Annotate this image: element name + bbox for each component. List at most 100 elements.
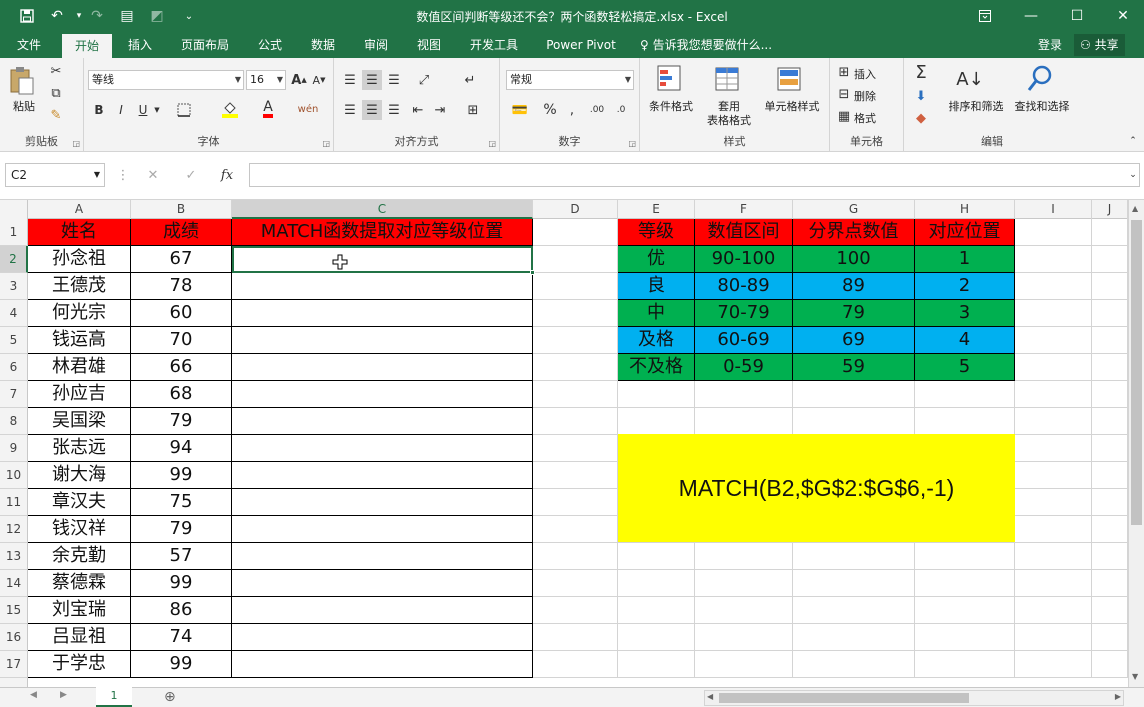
student-score[interactable]: 99: [131, 462, 232, 489]
grid-cell[interactable]: [1092, 408, 1128, 435]
match-result[interactable]: [232, 597, 533, 624]
align-left-icon[interactable]: ☰: [340, 100, 360, 120]
match-result[interactable]: [232, 327, 533, 354]
accounting-icon[interactable]: 💳: [506, 100, 534, 120]
grid-cell[interactable]: [695, 381, 793, 408]
tab-file[interactable]: 文件: [6, 32, 52, 58]
autosum-icon[interactable]: Σ: [910, 62, 932, 83]
lookup-cell[interactable]: 中: [618, 300, 695, 327]
student-score[interactable]: 99: [131, 651, 232, 678]
format-painter-icon[interactable]: ✎: [46, 106, 66, 124]
scroll-up-icon[interactable]: ▲: [1132, 204, 1138, 213]
match-result[interactable]: [232, 435, 533, 462]
grid-cell[interactable]: [533, 570, 618, 597]
grid-cell[interactable]: [793, 543, 915, 570]
grid-cell[interactable]: [1015, 327, 1092, 354]
student-name[interactable]: 钱运高: [28, 327, 131, 354]
delete-cells-icon[interactable]: ⊟: [836, 86, 852, 102]
close-icon[interactable]: ✕: [1100, 0, 1144, 32]
match-result[interactable]: [232, 543, 533, 570]
grid-cell[interactable]: [533, 327, 618, 354]
find-select-icon[interactable]: [1024, 62, 1056, 96]
row-header[interactable]: 8: [0, 408, 28, 435]
clear-icon[interactable]: ◆: [910, 108, 932, 128]
grid-cell[interactable]: [1092, 246, 1128, 273]
lookup-cell[interactable]: 100: [793, 246, 915, 273]
insert-cells-icon[interactable]: ⊞: [836, 64, 852, 80]
scroll-left-icon[interactable]: ◀: [707, 692, 713, 701]
grid-cell[interactable]: [915, 624, 1015, 651]
sheet-tab[interactable]: 1: [96, 687, 132, 707]
student-score[interactable]: 57: [131, 543, 232, 570]
grid-cell[interactable]: [695, 408, 793, 435]
student-name[interactable]: 林君雄: [28, 354, 131, 381]
tab-data[interactable]: 数据: [302, 32, 344, 58]
column-header-d[interactable]: D: [533, 200, 618, 219]
lookup-cell[interactable]: 59: [793, 354, 915, 381]
minimize-icon[interactable]: —: [1008, 0, 1054, 32]
h-scroll-thumb[interactable]: [719, 693, 969, 703]
row-header[interactable]: 7: [0, 381, 28, 408]
bold-button[interactable]: B: [90, 100, 108, 120]
grid-cell[interactable]: [533, 354, 618, 381]
student-score[interactable]: 70: [131, 327, 232, 354]
grid-cell[interactable]: [1015, 543, 1092, 570]
row-header[interactable]: 14: [0, 570, 28, 597]
sort-filter-label[interactable]: 排序和筛选: [944, 98, 1008, 114]
grid-cell[interactable]: [793, 408, 915, 435]
conditional-format-icon[interactable]: [654, 62, 686, 96]
grid-cell[interactable]: [1092, 624, 1128, 651]
match-result[interactable]: [232, 408, 533, 435]
grid-cell[interactable]: [1015, 462, 1092, 489]
column-header-f[interactable]: F: [695, 200, 793, 219]
grid-cell[interactable]: [1015, 246, 1092, 273]
tab-insert[interactable]: 插入: [118, 32, 162, 58]
fill-handle[interactable]: [530, 270, 535, 275]
student-name[interactable]: 蔡德霖: [28, 570, 131, 597]
format-as-table-label-2[interactable]: 表格格式: [698, 112, 760, 128]
lookup-header[interactable]: 数值区间: [695, 219, 793, 246]
lookup-cell[interactable]: 4: [915, 327, 1015, 354]
row-header[interactable]: 2: [0, 246, 28, 273]
column-header-h[interactable]: H: [915, 200, 1015, 219]
decrease-indent-icon[interactable]: ⇤: [408, 100, 428, 120]
percent-button[interactable]: %: [540, 100, 560, 120]
column-header-e[interactable]: E: [618, 200, 695, 219]
match-result[interactable]: [232, 624, 533, 651]
font-name-select[interactable]: 等线 ▼: [88, 70, 244, 90]
lookup-cell[interactable]: 良: [618, 273, 695, 300]
increase-indent-icon[interactable]: ⇥: [430, 100, 450, 120]
grid-cell[interactable]: [618, 543, 695, 570]
lookup-cell[interactable]: 79: [793, 300, 915, 327]
paste-label[interactable]: 粘贴: [10, 98, 38, 114]
grid-cell[interactable]: [1092, 354, 1128, 381]
increase-font-icon[interactable]: A ▲: [290, 70, 308, 90]
column-header-g[interactable]: G: [793, 200, 915, 219]
fill-color-icon[interactable]: [218, 98, 242, 120]
match-result[interactable]: [232, 300, 533, 327]
student-score[interactable]: 79: [131, 516, 232, 543]
match-result[interactable]: [232, 462, 533, 489]
align-middle-icon[interactable]: ☰: [362, 70, 382, 90]
confirm-entry-icon[interactable]: ✓: [180, 164, 202, 186]
lookup-cell[interactable]: 0-59: [695, 354, 793, 381]
row-header[interactable]: 16: [0, 624, 28, 651]
tab-developer[interactable]: 开发工具: [460, 32, 528, 58]
lookup-cell[interactable]: 89: [793, 273, 915, 300]
student-name[interactable]: 张志远: [28, 435, 131, 462]
column-header-j[interactable]: J: [1092, 200, 1128, 219]
grid-cell[interactable]: [1092, 651, 1128, 678]
ribbon-display-icon[interactable]: [962, 0, 1008, 32]
select-all-corner[interactable]: [0, 200, 28, 219]
column-header-a[interactable]: A: [28, 200, 131, 219]
student-score[interactable]: 94: [131, 435, 232, 462]
number-launcher-icon[interactable]: ◲: [628, 139, 636, 148]
find-select-label[interactable]: 查找和选择: [1010, 98, 1074, 114]
grid-cell[interactable]: [1092, 462, 1128, 489]
orientation-icon[interactable]: ⤢: [410, 70, 438, 90]
grid-cell[interactable]: [618, 570, 695, 597]
student-score[interactable]: 99: [131, 570, 232, 597]
lookup-cell[interactable]: 90-100: [695, 246, 793, 273]
column-header-b[interactable]: B: [131, 200, 232, 219]
grid-cell[interactable]: [1015, 273, 1092, 300]
